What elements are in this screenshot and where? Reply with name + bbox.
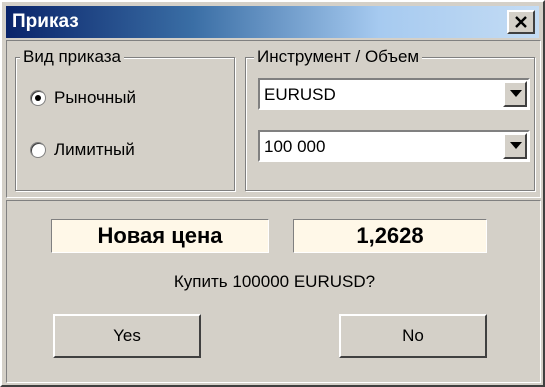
order-type-group: Вид приказа Рыночный Лимитный bbox=[15, 47, 235, 191]
close-icon bbox=[515, 16, 527, 28]
radio-selected-icon[interactable] bbox=[30, 90, 46, 106]
window-title: Приказ bbox=[12, 11, 79, 32]
volume-dropdown-button[interactable] bbox=[503, 133, 527, 159]
chevron-down-icon bbox=[510, 142, 522, 149]
confirm-question: Купить 100000 EURUSD? bbox=[173, 272, 376, 291]
radio-market-label: Рыночный bbox=[54, 88, 136, 107]
instrument-select[interactable]: EURUSD bbox=[258, 78, 530, 110]
radio-market-order[interactable]: Рыночный bbox=[30, 88, 136, 108]
title-bar[interactable]: Приказ bbox=[6, 6, 539, 38]
instrument-volume-group: Инструмент / Объем EURUSD 100 000 bbox=[245, 47, 535, 191]
instrument-volume-legend: Инструмент / Объем bbox=[254, 47, 423, 67]
order-dialog: Приказ Вид приказа Рыночный Лимитный Инс… bbox=[0, 0, 545, 387]
new-price-value: 1,2628 bbox=[293, 219, 487, 253]
confirmation-panel: Новая цена 1,2628 Купить 100000 EURUSD? … bbox=[6, 200, 541, 383]
radio-limit-label: Лимитный bbox=[54, 140, 135, 159]
chevron-down-icon bbox=[510, 90, 522, 97]
radio-unselected-icon[interactable] bbox=[30, 142, 46, 158]
radio-limit-order[interactable]: Лимитный bbox=[30, 140, 135, 160]
order-type-legend: Вид приказа bbox=[20, 47, 124, 67]
no-button[interactable]: No bbox=[339, 314, 487, 358]
volume-value: 100 000 bbox=[264, 137, 326, 156]
order-settings-panel: Вид приказа Рыночный Лимитный Инструмент… bbox=[6, 40, 541, 198]
instrument-dropdown-button[interactable] bbox=[503, 81, 527, 107]
instrument-value: EURUSD bbox=[264, 85, 336, 104]
volume-select[interactable]: 100 000 bbox=[258, 130, 530, 162]
yes-button[interactable]: Yes bbox=[53, 314, 201, 358]
new-price-label: Новая цена bbox=[51, 219, 269, 253]
close-button[interactable] bbox=[507, 10, 535, 34]
